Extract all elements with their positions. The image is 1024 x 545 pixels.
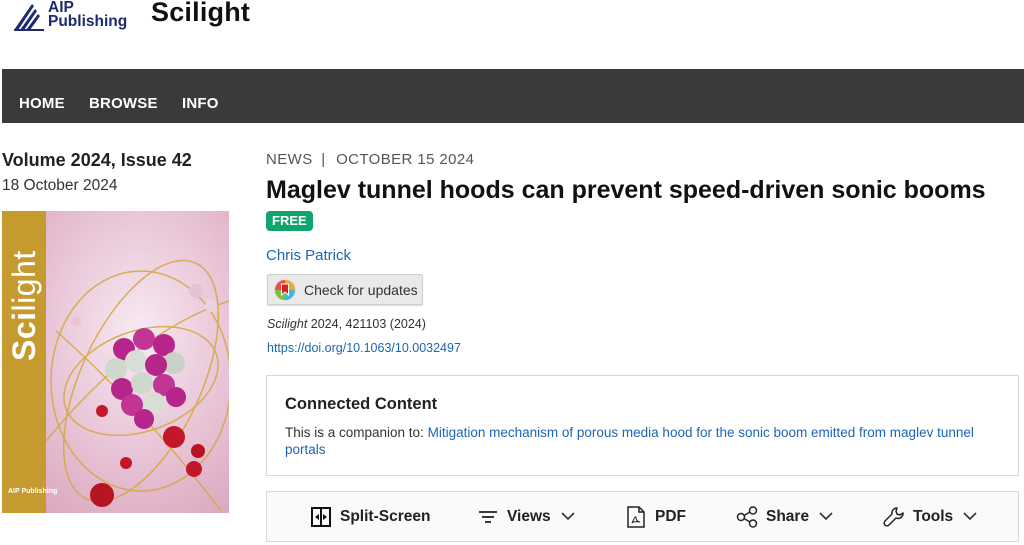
author-link[interactable]: Chris Patrick (266, 247, 351, 264)
aip-publishing-logo[interactable]: AIP Publishing (12, 0, 127, 34)
article-meta: NEWS | OCTOBER 15 2024 (266, 151, 474, 168)
citation-details: 2024, 421103 (2024) (307, 317, 426, 331)
pdf-button[interactable]: PDF (627, 492, 686, 541)
publisher-line2: Publishing (48, 13, 128, 30)
filter-lines-icon (479, 510, 497, 523)
chevron-down-icon (561, 512, 575, 521)
issue-date: 18 October 2024 (2, 177, 118, 194)
split-screen-button[interactable]: Split-Screen (311, 492, 430, 541)
chevron-down-icon (819, 512, 833, 521)
article-toolbar: Split-Screen Views PDF Share Tools (266, 491, 1019, 542)
journal-cover-image[interactable]: Scilight AIP Publishing (2, 211, 229, 513)
aip-logo-icon (14, 4, 44, 31)
main-nav: HOME BROWSE INFO (2, 69, 1024, 123)
share-dropdown[interactable]: Share (736, 492, 833, 541)
citation-journal: Scilight (267, 317, 308, 331)
cover-molecule-illustration (46, 259, 229, 512)
views-dropdown[interactable]: Views (478, 492, 575, 541)
article-title: Maglev tunnel hoods can prevent speed-dr… (266, 176, 986, 204)
check-for-updates-button[interactable]: Check for updates (267, 274, 423, 305)
pdf-label: PDF (655, 507, 686, 525)
site-title[interactable]: Scilight (151, 0, 250, 28)
issue-title[interactable]: Volume 2024, Issue 42 (2, 150, 192, 171)
doi-link[interactable]: https://doi.org/10.1063/10.0032497 (267, 341, 461, 355)
tools-label: Tools (913, 507, 954, 525)
split-screen-label: Split-Screen (340, 507, 431, 525)
nav-item-home[interactable]: HOME (19, 95, 65, 112)
connected-content-text: This is a companion to: Mitigation mecha… (285, 424, 985, 458)
crossmark-icon (274, 279, 296, 300)
connected-content-title: Connected Content (285, 395, 438, 413)
pdf-file-icon (627, 505, 645, 528)
connected-content-box: Connected Content This is a companion to… (266, 375, 1019, 476)
citation: Scilight 2024, 421103 (2024) (267, 317, 426, 331)
article-date: OCTOBER 15 2024 (336, 151, 475, 168)
meta-separator: | (321, 151, 326, 168)
share-icon (736, 505, 758, 528)
nav-item-info[interactable]: INFO (182, 95, 219, 112)
free-badge: FREE (266, 211, 313, 231)
cover-title-bold: Sci (6, 311, 42, 361)
chevron-down-icon (963, 512, 977, 521)
companion-prefix: This is a companion to: (285, 425, 428, 440)
cover-title: Scilight (6, 250, 43, 361)
wrench-icon (883, 506, 904, 527)
nav-item-browse[interactable]: BROWSE (89, 95, 158, 112)
views-label: Views (507, 507, 551, 525)
site-header: AIP Publishing Scilight (0, 0, 1024, 69)
aip-logo-text: AIP Publishing (48, 0, 128, 30)
article-category: NEWS (266, 151, 313, 168)
split-screen-icon (311, 506, 331, 527)
cover-title-light: light (6, 250, 42, 312)
tools-dropdown[interactable]: Tools (883, 492, 977, 541)
share-label: Share (766, 507, 810, 525)
check-for-updates-label: Check for updates (304, 281, 418, 298)
